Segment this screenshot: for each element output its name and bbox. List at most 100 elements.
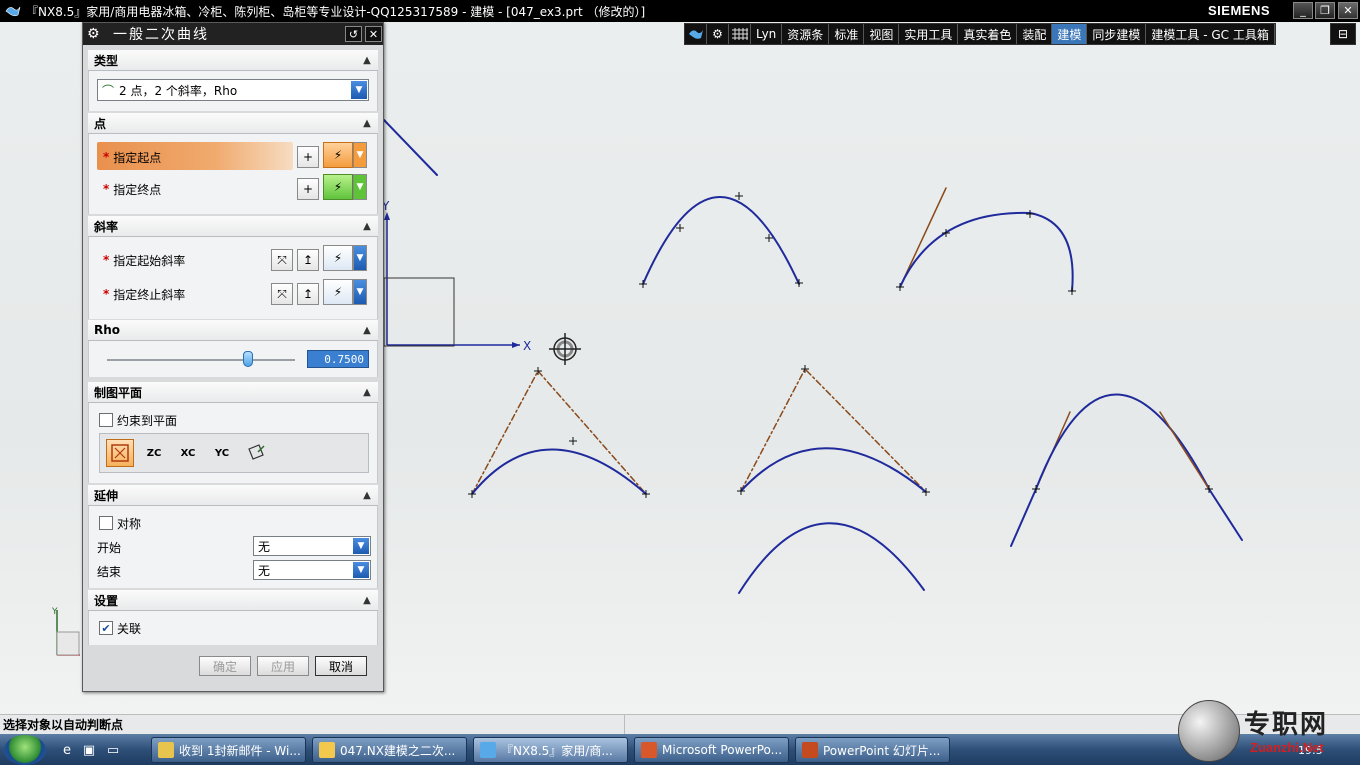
extend-end-select[interactable]: 无 ▼ [253,560,371,580]
slideshow-icon [802,742,818,758]
chevron-down-icon[interactable]: ▼ [351,81,367,99]
minimize-button[interactable]: _ [1293,2,1313,19]
chevron-down-icon[interactable]: ▼ [353,142,367,168]
vector-dialog-button[interactable]: ↥ [297,283,319,305]
extend-start-select[interactable]: 无 ▼ [253,536,371,556]
reset-icon[interactable]: ↺ [345,26,362,42]
taskbar-item-folder[interactable]: 047.NX建模之二次... [312,737,467,763]
wcs-triad[interactable] [383,212,520,348]
dialog-close-icon[interactable]: ✕ [365,26,382,42]
reverse-direction-icon[interactable]: ⤧ [271,249,293,271]
chevron-down-icon[interactable]: ▼ [353,279,367,305]
reverse-direction-icon[interactable]: ⤧ [271,283,293,305]
chevron-up-icon[interactable]: ▲ [360,116,374,130]
section-settings-header[interactable]: 设置 ▲ [88,590,378,611]
apply-button[interactable]: 应用 [257,656,309,676]
selected-plane-icon[interactable] [106,439,134,467]
chevron-up-icon[interactable]: ▲ [360,488,374,502]
end-slope-row[interactable]: * 指定终止斜率 [103,285,185,303]
conic-curve-4[interactable] [740,447,927,493]
tab-gc-toolkit[interactable]: 建模工具 - GC 工具箱 [1146,24,1275,44]
chevron-down-icon[interactable]: ▼ [353,562,369,578]
curve-6-lower-left[interactable] [1010,488,1037,547]
section-type-header[interactable]: 类型 ▲ [88,50,378,71]
chevron-down-icon[interactable]: ▼ [353,245,367,271]
curve-6-lower-right[interactable] [1208,488,1243,541]
chevron-up-icon[interactable]: ▲ [360,323,374,337]
taskbar-item-powerpoint[interactable]: Microsoft PowerPo... [634,737,789,763]
start-button[interactable] [4,735,46,765]
tab-utility[interactable]: 实用工具 [899,24,959,44]
point-dialog-button[interactable]: + [297,178,319,200]
tangent-construction-4[interactable] [740,367,927,493]
inferred-point-button[interactable]: ⚡ [323,174,353,200]
chevron-up-icon[interactable]: ▲ [360,593,374,607]
section-slopes-header[interactable]: 斜率 ▲ [88,216,378,237]
inferred-vector-button[interactable]: ⚡ [323,279,353,305]
nx-logo-icon[interactable] [685,24,707,44]
ie-quicklaunch-icon[interactable]: e [58,741,76,759]
tab-modeling[interactable]: 建模 [1052,24,1088,44]
type-select[interactable]: ⌒ 2 点，2 个斜率，Rho ▼ [97,79,369,101]
symmetric-checkbox[interactable] [99,516,113,530]
yc-plane-icon[interactable]: YC [208,439,236,467]
tangent-construction-3[interactable] [471,369,647,495]
nx-app-icon[interactable] [4,2,22,20]
tab-lyn[interactable]: Lyn [751,24,783,44]
conic-curve-3[interactable] [471,448,647,495]
inferred-point-button[interactable]: ⚡ [323,142,353,168]
end-point-row[interactable]: * 指定终点 [103,180,161,198]
extend-end-label: 结束 [97,564,122,579]
watermark-globe-icon [1178,700,1240,762]
start-point-row[interactable]: * 指定起点 [103,148,161,166]
grid-icon[interactable] [729,24,751,44]
section-plane-header[interactable]: 制图平面 ▲ [88,382,378,403]
section-rho-header[interactable]: Rho ▲ [88,320,378,341]
x-axis-label: X [523,339,531,353]
chevron-up-icon[interactable]: ▲ [360,53,374,67]
chevron-up-icon[interactable]: ▲ [360,385,374,399]
tab-standard[interactable]: 标准 [829,24,865,44]
section-points-header[interactable]: 点 ▲ [88,113,378,134]
chevron-down-icon[interactable]: ▼ [353,538,369,554]
taskbar-item-nx[interactable]: 『NX8.5』家用/商... [473,737,628,763]
tab-assembly[interactable]: 装配 [1017,24,1053,44]
toolbar-options-icon[interactable]: ⊟ [1330,23,1356,45]
switch-windows-icon[interactable]: ▭ [104,741,122,759]
inferred-vector-button[interactable]: ⚡ [323,245,353,271]
required-marker: * [103,253,110,267]
start-slope-row[interactable]: * 指定起始斜率 [103,251,185,269]
associative-checkbox[interactable]: ✔ [99,621,113,635]
tab-resource-bar[interactable]: 资源条 [782,24,830,44]
constrain-to-plane-checkbox[interactable] [99,413,113,427]
section-extend-header[interactable]: 延伸 ▲ [88,485,378,506]
tab-true-shading[interactable]: 真实着色 [958,24,1018,44]
custom-plane-icon[interactable] [242,439,270,467]
point-dialog-button[interactable]: + [297,146,319,168]
taskbar-item-slideshow[interactable]: PowerPoint 幻灯片... [795,737,950,763]
ok-button[interactable]: 确定 [199,656,251,676]
tab-view[interactable]: 视图 [864,24,900,44]
close-window-button[interactable]: ✕ [1338,2,1358,19]
rho-slider-track[interactable] [107,359,295,361]
show-desktop-icon[interactable]: ▣ [80,741,98,759]
line-segment[interactable] [383,119,438,176]
taskbar-item-email[interactable]: 收到 1封新邮件 - Wi... [151,737,306,763]
conic-curve-5[interactable] [738,522,925,594]
restore-button[interactable]: ❐ [1315,2,1335,19]
rho-value-input[interactable]: 0.7500 [307,350,369,368]
dialog-settings-gear-icon[interactable]: ⚙ [87,26,105,42]
conic-curve-6[interactable] [1035,393,1210,490]
chevron-up-icon[interactable]: ▲ [360,219,374,233]
cancel-button[interactable]: 取消 [315,656,367,676]
conic-curve-1[interactable] [642,196,800,285]
tangent-line-6b[interactable] [1159,411,1210,490]
chevron-down-icon[interactable]: ▼ [353,174,367,200]
tab-synchronous-modeling[interactable]: 同步建模 [1087,24,1147,44]
conic-curve-2[interactable] [899,211,1074,292]
zc-plane-icon[interactable]: ZC [140,439,168,467]
vector-dialog-button[interactable]: ↥ [297,249,319,271]
gear-icon[interactable]: ⚙ [707,24,729,44]
xc-plane-icon[interactable]: XC [174,439,202,467]
rho-slider-thumb[interactable] [243,351,253,367]
